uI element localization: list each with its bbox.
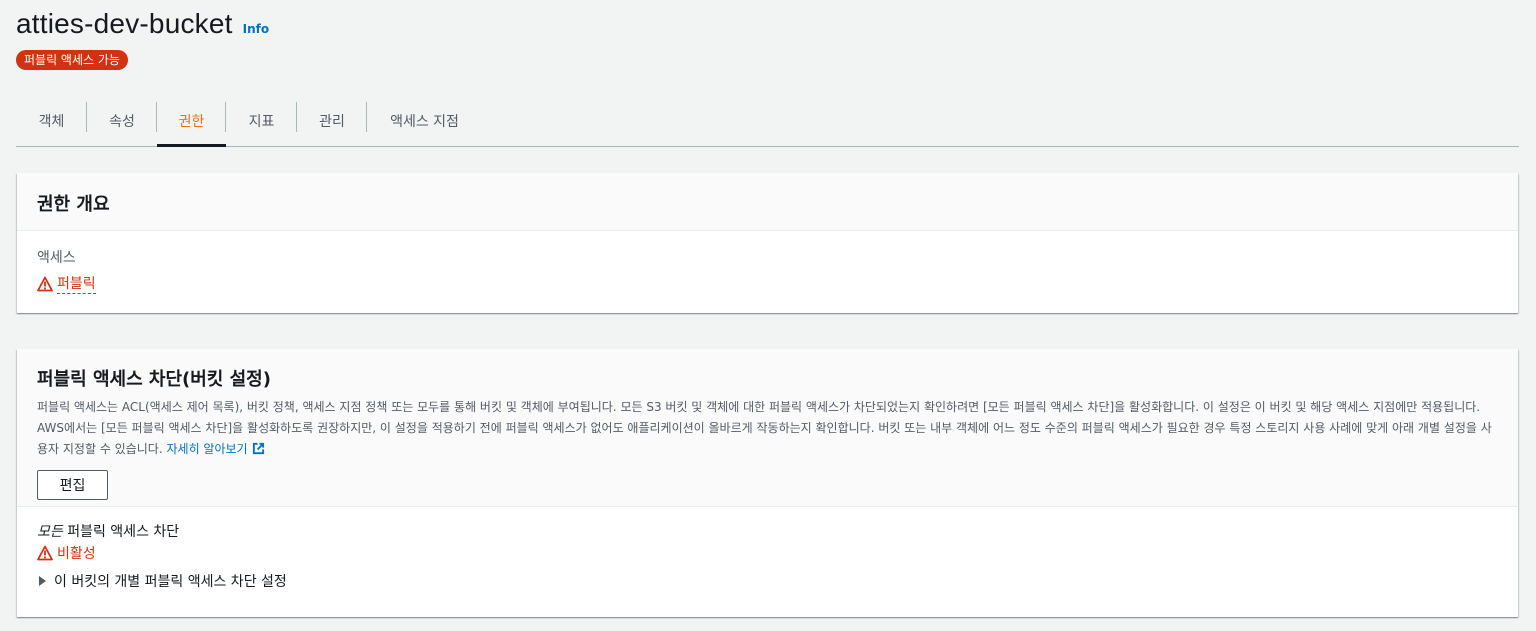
title-row: atties-dev-bucket Info <box>16 8 269 40</box>
access-value: 퍼블릭 <box>57 273 96 294</box>
tab-label: 권한 <box>178 114 205 130</box>
tab-permissions[interactable]: 권한 <box>157 96 226 147</box>
card-title: 권한 개요 <box>37 194 110 215</box>
tab-label: 객체 <box>38 114 65 130</box>
block-all-setting-title: 모든 퍼블릭 액세스 차단 <box>37 521 1498 541</box>
bucket-title: atties-dev-bucket <box>16 8 233 39</box>
tab-properties[interactable]: 속성 <box>87 96 157 146</box>
block-public-access-card: 퍼블릭 액세스 차단(버킷 설정) 퍼블릭 액세스는 ACL(액세스 제어 목록… <box>17 349 1518 617</box>
individual-settings-expander[interactable]: 이 버킷의 개별 퍼블릭 액세스 차단 설정 <box>37 571 1498 591</box>
setting-title-italic: 모든 <box>37 524 63 540</box>
card-description: 퍼블릭 액세스는 ACL(액세스 제어 목록), 버킷 정책, 액세스 지점 정… <box>37 397 1497 460</box>
tab-label: 액세스 지점 <box>390 114 459 130</box>
warning-icon <box>37 545 53 561</box>
tab-access-points[interactable]: 액세스 지점 <box>367 96 482 146</box>
card-body: 모든 퍼블릭 액세스 차단 비활성 이 버킷의 개별 퍼블릭 액세스 차단 설정 <box>17 507 1518 605</box>
setting-title-rest: 퍼블릭 액세스 차단 <box>62 524 180 540</box>
card-header: 권한 개요 <box>17 173 1518 231</box>
external-link-icon <box>252 442 264 455</box>
tab-metrics[interactable]: 지표 <box>226 96 297 146</box>
expander-label: 이 버킷의 개별 퍼블릭 액세스 차단 설정 <box>54 574 287 590</box>
block-all-status: 비활성 <box>37 543 1498 563</box>
permissions-overview-card: 권한 개요 액세스 퍼블릭 <box>17 173 1518 313</box>
card-body: 액세스 퍼블릭 <box>17 231 1518 310</box>
card-header: 퍼블릭 액세스 차단(버킷 설정) 퍼블릭 액세스는 ACL(액세스 제어 목록… <box>17 349 1518 507</box>
tab-label: 지표 <box>248 114 275 130</box>
warning-icon <box>37 276 53 291</box>
public-access-badge: 퍼블릭 액세스 가능 <box>16 50 128 70</box>
caret-right-icon <box>39 576 46 586</box>
card-title: 퍼블릭 액세스 차단(버킷 설정) <box>37 369 271 390</box>
learn-more-link[interactable]: 자세히 알아보기 <box>167 442 265 456</box>
access-label: 액세스 <box>37 250 76 266</box>
tab-label: 관리 <box>319 114 345 130</box>
tab-label: 속성 <box>109 114 135 130</box>
tab-bar: 객체 속성 권한 지표 관리 액세스 지점 <box>16 96 1519 147</box>
page-header: atties-dev-bucket Info 퍼블릭 액세스 가능 <box>16 8 269 70</box>
tab-objects[interactable]: 객체 <box>16 96 87 146</box>
tab-management[interactable]: 관리 <box>297 96 367 146</box>
block-all-status-text: 비활성 <box>57 546 96 562</box>
learn-more-label: 자세히 알아보기 <box>166 442 248 456</box>
access-status[interactable]: 퍼블릭 <box>37 273 1498 294</box>
edit-button[interactable]: 편집 <box>37 470 108 500</box>
info-link[interactable]: Info <box>243 22 269 36</box>
